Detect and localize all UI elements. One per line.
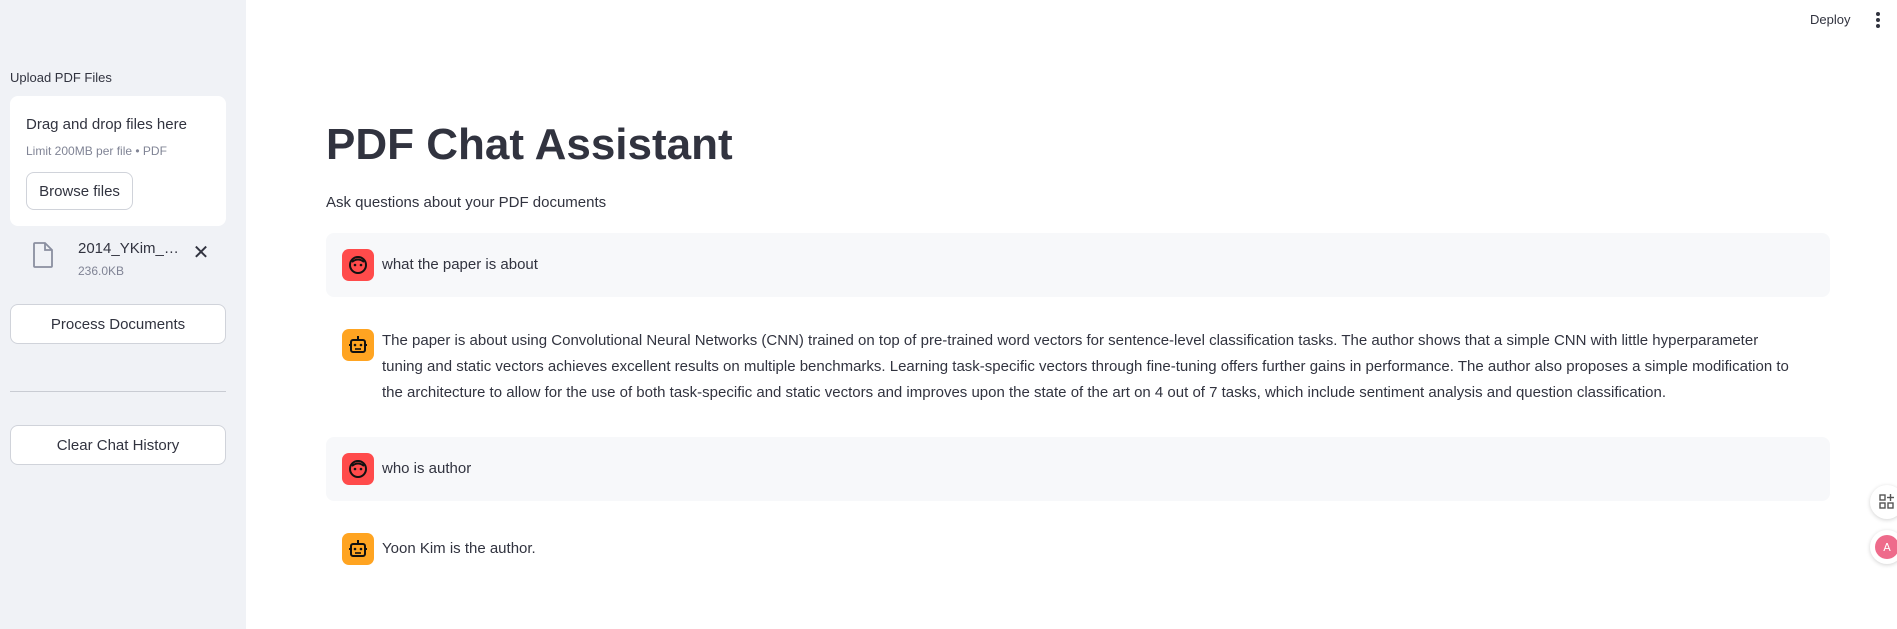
- upload-label: Upload PDF Files: [10, 70, 112, 85]
- user-face-icon: [342, 249, 374, 281]
- file-dropzone[interactable]: Drag and drop files here Limit 200MB per…: [10, 96, 226, 226]
- sidebar-divider: [10, 391, 226, 392]
- message-text: The paper is about using Convolutional N…: [382, 332, 1789, 401]
- page-subtitle: Ask questions about your PDF documents: [326, 194, 607, 211]
- translate-icon[interactable]: A: [1870, 530, 1897, 564]
- widget-grid-icon[interactable]: [1870, 485, 1897, 519]
- chat-message-user: what the paper is about: [326, 233, 1830, 297]
- dropzone-limit: Limit 200MB per file • PDF: [26, 144, 167, 158]
- message-text: what the paper is about: [382, 256, 538, 273]
- robot-icon: [342, 329, 374, 361]
- message-text: who is author: [382, 460, 472, 477]
- process-documents-button[interactable]: Process Documents: [10, 304, 226, 344]
- chat-message-assistant: The paper is about using Convolutional N…: [326, 313, 1830, 409]
- file-icon: [33, 242, 53, 268]
- browse-files-button[interactable]: Browse files: [26, 172, 133, 210]
- robot-icon: [342, 533, 374, 565]
- message-text: Yoon Kim is the author.: [382, 540, 536, 557]
- vertical-dots-icon[interactable]: [1872, 10, 1884, 30]
- file-name: 2014_YKim_C...: [78, 240, 186, 257]
- page-title: PDF Chat Assistant: [326, 120, 733, 169]
- svg-text:A: A: [1883, 541, 1891, 554]
- chat-message-assistant: Yoon Kim is the author.: [326, 517, 1830, 581]
- sidebar: Upload PDF Files Drag and drop files her…: [0, 0, 246, 629]
- dropzone-title: Drag and drop files here: [26, 116, 187, 133]
- deploy-button[interactable]: Deploy: [1810, 12, 1850, 27]
- user-face-icon: [342, 453, 374, 485]
- file-size: 236.0KB: [78, 264, 125, 278]
- close-icon[interactable]: ✕: [190, 242, 212, 264]
- uploaded-file: 2014_YKim_C... 236.0KB ✕: [10, 236, 226, 280]
- chat-message-user: who is author: [326, 437, 1830, 501]
- clear-chat-history-button[interactable]: Clear Chat History: [10, 425, 226, 465]
